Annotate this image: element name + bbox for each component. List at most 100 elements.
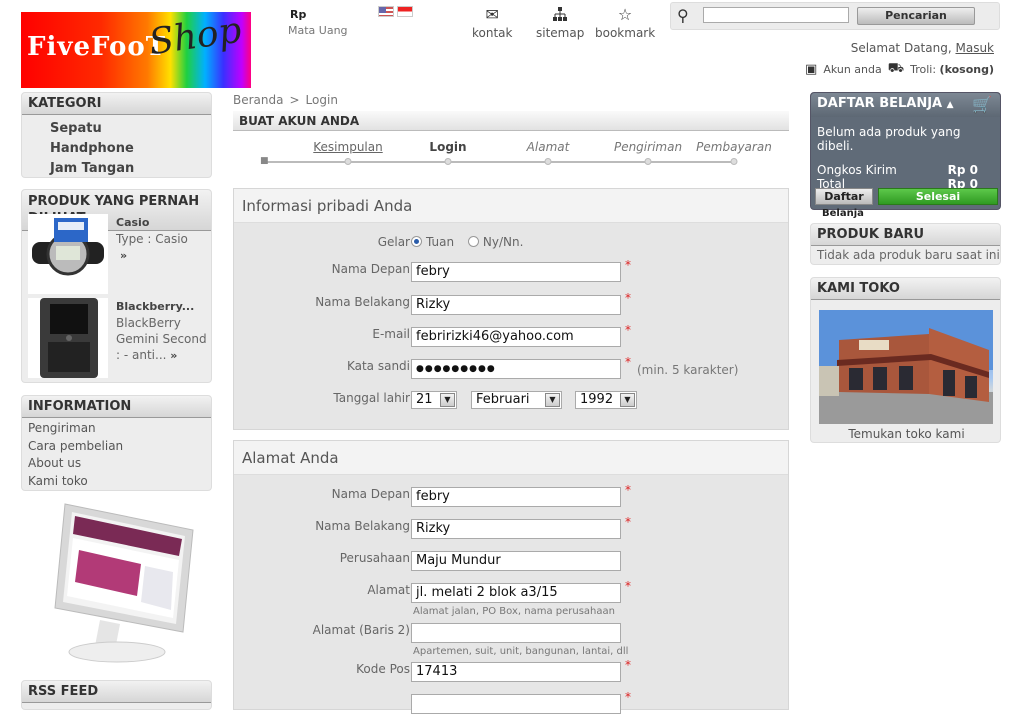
page-title: BUAT AKUN ANDA (233, 111, 789, 131)
nav-sitemap[interactable]: sitemap (536, 6, 584, 40)
account-icon: ▣ (805, 62, 818, 77)
english-flag-icon[interactable] (378, 6, 394, 17)
blackberry-image[interactable] (28, 298, 108, 378)
cart-list-button[interactable]: Daftar (815, 188, 873, 205)
store-photo[interactable] (819, 310, 993, 424)
street-hint: Alamat jalan, PO Box, nama perusahaan (413, 606, 615, 617)
login-link[interactable]: Masuk (955, 41, 994, 55)
steps-line (263, 161, 737, 163)
info-link-kami-toko[interactable]: Kami toko (28, 473, 211, 491)
nav-bookmark[interactable]: ☆ bookmark (595, 5, 655, 41)
last-name-input[interactable]: Rizky (411, 295, 621, 315)
dob-day-value: 21 (416, 392, 433, 407)
our-store-box: KAMI TOKO Temukan toko kami (810, 277, 1001, 443)
welcome-label: Selamat Datang, (850, 41, 952, 55)
cart-title: DAFTAR BELANJA (817, 96, 943, 111)
checkout-steps: ■ Kesimpulan Login Alamat Pengiriman Pem… (233, 140, 789, 170)
rss-box: RSS FEED (21, 680, 212, 710)
cart-status: (kosong) (939, 63, 994, 76)
account-links: ▣ Akun anda ⛟ Troli: (kosong) (805, 61, 994, 78)
search-input[interactable] (703, 7, 849, 23)
gelar-options: Tuan Ny/Nn. (411, 235, 523, 249)
step-kesimpulan[interactable]: Kesimpulan (313, 140, 382, 154)
cart-empty-text: Belum ada produk yang dibeli. (817, 125, 961, 153)
cart-list-button-overflow[interactable]: Belanja (822, 208, 864, 219)
step-dot (544, 158, 552, 165)
city-input[interactable] (411, 694, 621, 714)
info-link-about-us[interactable]: About us (28, 455, 211, 473)
info-link-cara-pembelian[interactable]: Cara pembelian (28, 438, 211, 456)
required-mark: * (625, 355, 631, 369)
addr-first-name-input[interactable]: febry (411, 487, 621, 507)
nav-kontak[interactable]: ✉ kontak (472, 5, 513, 41)
caret-up-icon: ▲ (946, 100, 954, 110)
company-input[interactable]: Maju Mundur (411, 551, 621, 571)
last-name-row: Nama Belakang Rizky * (234, 291, 790, 317)
information-box: INFORMATION Pengiriman Cara pembelian Ab… (21, 395, 212, 491)
breadcrumb-current: Login (305, 93, 338, 107)
product-more-icon[interactable]: » (170, 349, 177, 362)
email-input[interactable]: febririzki46@yahoo.com (411, 327, 621, 347)
indonesian-flag-icon[interactable] (397, 6, 413, 17)
cart-header[interactable]: DAFTAR BELANJA ▲ 🛒 (811, 93, 1000, 117)
breadcrumb: Beranda > Login (233, 93, 338, 107)
product-more-icon[interactable]: » (120, 249, 127, 262)
product-desc: BlackBerry Gemini Second : - anti... (116, 316, 207, 362)
step-alamat: Alamat (526, 140, 570, 154)
password-input[interactable]: ●●●●●●●●● (411, 359, 621, 379)
street-input[interactable]: jl. melati 2 blok a3/15 (411, 583, 621, 603)
sitemap-icon (536, 6, 584, 26)
nav-kontak-label: kontak (472, 26, 513, 40)
envelope-icon: ✉ (485, 5, 499, 24)
shipping-value: Rp 0 (947, 163, 978, 177)
step-dot (344, 158, 352, 165)
dob-month-select[interactable]: Februari ▼ (471, 391, 562, 409)
category-item-sepatu[interactable]: Sepatu (50, 119, 211, 139)
step-pembayaran: Pembayaran (696, 140, 772, 154)
store-caption[interactable]: Temukan toko kami (811, 427, 1002, 441)
monitor-image[interactable] (45, 500, 195, 665)
info-link-pengiriman[interactable]: Pengiriman (28, 420, 211, 438)
shipping-label: Ongkos Kirim (817, 163, 897, 177)
new-products-text: Tidak ada produk baru saat ini (817, 248, 1000, 262)
category-item-handphone[interactable]: Handphone (50, 139, 211, 159)
information-title: INFORMATION (22, 396, 211, 418)
personal-info-panel: Informasi pribadi Anda Gelar Tuan Ny/Nn.… (233, 188, 789, 430)
category-item-jam-tangan[interactable]: Jam Tangan (50, 159, 211, 179)
required-mark: * (625, 258, 631, 272)
personal-info-title: Informasi pribadi Anda (234, 189, 788, 223)
addr-last-name-input[interactable]: Rizky (411, 519, 621, 539)
first-name-label: Nama Depan (331, 262, 410, 276)
nav-sitemap-label: sitemap (536, 26, 585, 40)
cart-icon: ⛟ (887, 61, 905, 76)
first-name-row: Nama Depan febry * (234, 258, 790, 284)
postcode-input[interactable]: 17413 (411, 662, 621, 682)
breadcrumb-home[interactable]: Beranda (233, 93, 283, 107)
dob-year-select[interactable]: 1992 ▼ (575, 391, 637, 409)
postcode-label: Kode Pos (356, 662, 410, 676)
shop-logo[interactable]: FiveFooT Shop (21, 12, 251, 88)
star-icon: ☆ (617, 5, 633, 24)
street2-input[interactable] (411, 623, 621, 643)
product-name[interactable]: Casio (116, 216, 149, 229)
new-products-title: PRODUK BARU (811, 224, 1000, 246)
currency-selector[interactable]: Rp Mata Uang (288, 8, 348, 37)
required-mark: * (625, 483, 631, 497)
checkout-button[interactable]: Selesai (878, 188, 998, 205)
cart-link[interactable]: Troli: (kosong) (910, 63, 994, 76)
cart-link-label: Troli: (910, 63, 937, 76)
casio-watch-image[interactable] (28, 214, 108, 294)
dob-day-select[interactable]: 21 ▼ (411, 391, 457, 409)
address-panel: Alamat Anda Nama Depan febry * Nama Bela… (233, 440, 789, 714)
gelar-tuan-radio[interactable]: Tuan (411, 235, 454, 249)
viewed-products-box: PRODUK YANG PERNAH DILIHAT Casio Type : … (21, 189, 212, 383)
product-name[interactable]: Blackberry... (116, 300, 194, 313)
account-link[interactable]: Akun anda (823, 63, 881, 76)
language-flags (378, 6, 413, 17)
gelar-nyonya-radio[interactable]: Ny/Nn. (467, 235, 523, 249)
product-desc: Type : Casio (116, 232, 188, 246)
first-name-input[interactable]: febry (411, 262, 621, 282)
search-button[interactable]: Pencarian (857, 7, 975, 25)
email-row: E-mail febririzki46@yahoo.com * (234, 323, 790, 349)
password-hint: (min. 5 karakter) (637, 363, 739, 377)
